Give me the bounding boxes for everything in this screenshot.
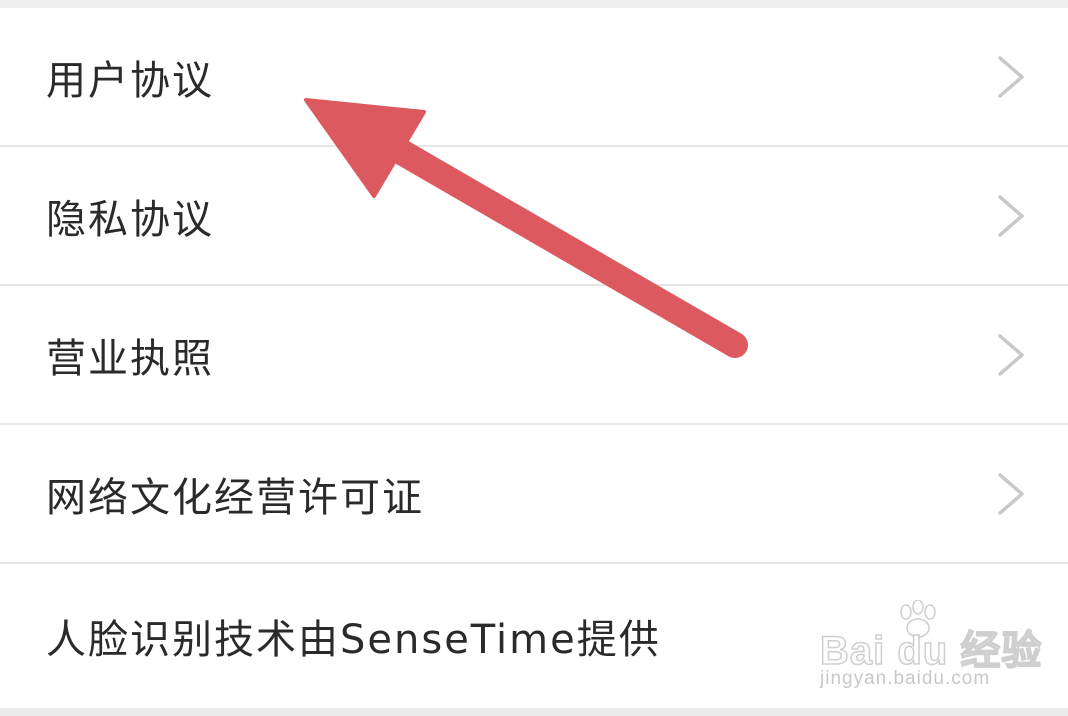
menu-item-label: 人脸识别技术由SenseTime提供 [46,616,661,663]
bottom-divider-strip [0,708,1068,716]
top-divider-strip [0,0,1068,8]
menu-item-label: 网络文化经营许可证 [46,474,424,521]
menu-item-user-agreement[interactable]: 用户协议 [0,8,1068,147]
menu-item-privacy-agreement[interactable]: 隐私协议 [0,147,1068,286]
chevron-right-icon [998,55,1024,98]
menu-item-face-recognition-credit: 人脸识别技术由SenseTime提供 [0,564,1068,707]
menu-item-culture-license[interactable]: 网络文化经营许可证 [0,425,1068,564]
chevron-right-icon [998,333,1024,376]
menu-item-business-license[interactable]: 营业执照 [0,286,1068,425]
menu-item-label: 营业执照 [46,335,214,382]
chevron-right-icon [998,472,1024,515]
menu-item-label: 隐私协议 [46,196,214,243]
settings-menu-list: 用户协议 隐私协议 营业执照 网络文化经营许可证 人脸识别技术由SenseTim… [0,8,1068,708]
chevron-right-icon [998,194,1024,237]
menu-item-label: 用户协议 [46,57,214,104]
settings-page: 用户协议 隐私协议 营业执照 网络文化经营许可证 人脸识别技术由SenseTim… [0,0,1068,716]
